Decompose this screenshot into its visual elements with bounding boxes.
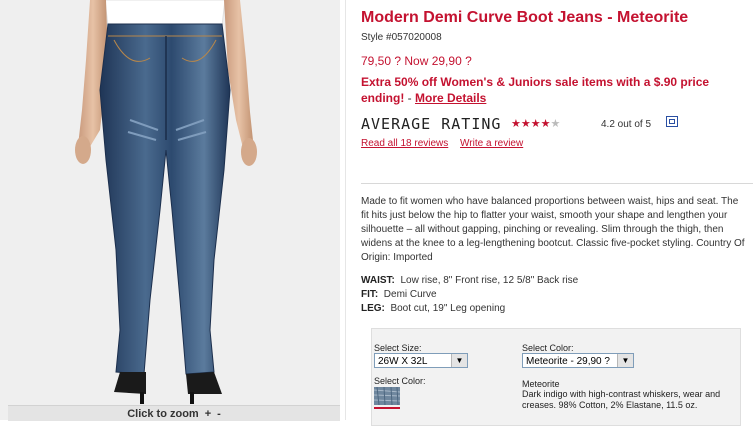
promo-message: Extra 50% off Women's & Juniors sale ite… [361, 74, 733, 106]
spec-waist: WAIST: Low rise, 8" Front rise, 12 5/8" … [361, 274, 578, 288]
color-select-value: Meteorite - 29,90 ? [526, 356, 610, 367]
section-divider [361, 183, 753, 184]
color-description: Dark indigo with high-contrast whiskers,… [522, 389, 721, 410]
zoom-out-button[interactable]: - [217, 408, 221, 420]
star-icon: ★ [520, 118, 531, 130]
spec-fit-value: Demi Curve [383, 289, 437, 300]
style-number: Style #057020008 [361, 32, 442, 43]
average-rating-label: AVERAGE RATING [361, 115, 502, 133]
spec-fit: FIT: Demi Curve [361, 288, 578, 302]
product-image-panel: Click to zoom + - [0, 0, 340, 421]
chevron-down-icon[interactable]: ▼ [451, 354, 467, 367]
price: 79,50 ? Now 29,90 ? [361, 54, 472, 68]
rating-row: AVERAGE RATING ★★★★★ 4.2 out of 5 [361, 115, 691, 137]
zoom-bar: Click to zoom + - [8, 405, 340, 421]
product-description: Made to fit women who have balanced prop… [361, 196, 745, 263]
color-swatch[interactable] [374, 387, 400, 405]
review-links: Read all 18 reviews Write a review [361, 138, 532, 149]
star-icon: ★ [540, 118, 551, 130]
read-reviews-link[interactable]: Read all 18 reviews [361, 138, 448, 149]
star-rating-icon: ★★★★★ [511, 117, 560, 130]
zoom-label[interactable]: Click to zoom [127, 408, 199, 420]
spec-leg-value: Boot cut, 19" Leg opening [390, 303, 506, 314]
star-icon: ★ [511, 118, 521, 130]
chevron-down-icon[interactable]: ▼ [617, 354, 633, 367]
product-image[interactable] [0, 0, 340, 420]
star-empty-icon: ★ [550, 118, 561, 130]
rating-value: 4.2 out of 5 [601, 119, 652, 130]
popup-window-icon[interactable] [666, 116, 678, 127]
column-divider [345, 0, 346, 420]
color-name: Meteorite [522, 379, 560, 389]
spec-leg-label: LEG: [361, 303, 385, 314]
selection-panel: Select Size: 26W X 32L ▼ Select Color: M… [371, 328, 741, 426]
product-specs: WAIST: Low rise, 8" Front rise, 12 5/8" … [361, 274, 578, 316]
zoom-in-button[interactable]: + [205, 408, 211, 420]
color-swatch-label: Select Color: [374, 376, 426, 386]
size-select[interactable]: 26W X 32L ▼ [374, 353, 468, 368]
color-select[interactable]: Meteorite - 29,90 ? ▼ [522, 353, 634, 368]
size-select-value: 26W X 32L [378, 356, 428, 367]
spec-fit-label: FIT: [361, 289, 379, 300]
promo-separator: - [404, 91, 415, 105]
star-icon: ★ [530, 118, 541, 130]
swatch-selected-indicator [374, 407, 400, 409]
spec-leg: LEG: Boot cut, 19" Leg opening [361, 302, 578, 316]
more-details-link[interactable]: More Details [415, 91, 486, 105]
spec-waist-label: WAIST: [361, 275, 395, 286]
product-title: Modern Demi Curve Boot Jeans - Meteorite [361, 9, 689, 26]
write-review-link[interactable]: Write a review [460, 138, 523, 149]
size-label: Select Size: [374, 343, 422, 353]
color-select-label: Select Color: [522, 343, 574, 353]
spec-waist-value: Low rise, 8" Front rise, 12 5/8" Back ri… [400, 275, 579, 286]
